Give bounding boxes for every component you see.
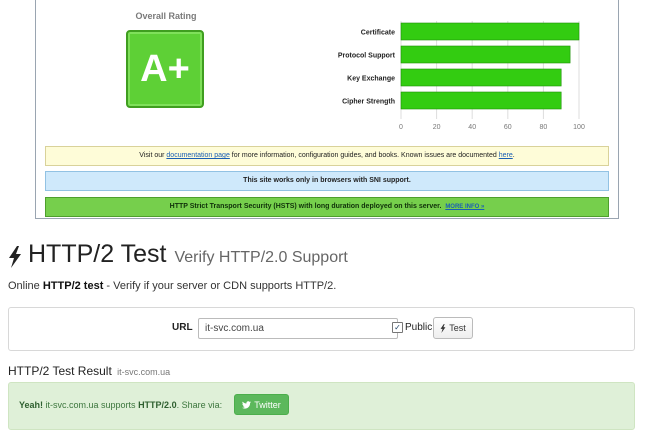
result-heading: HTTP/2 Test Result it-svc.com.ua — [8, 364, 171, 378]
result-alert: Yeah! it-svc.com.ua supports HTTP/2.0. S… — [8, 382, 635, 430]
result-message: Yeah! it-svc.com.ua supports HTTP/2.0. S… — [19, 400, 223, 410]
test-form: URL ✓ Public Test — [8, 307, 635, 351]
x-tick-label: 20 — [433, 124, 441, 130]
category-label: Key Exchange — [347, 76, 395, 83]
page-title: HTTP/2 Test Verify HTTP/2.0 Support — [8, 240, 348, 274]
twitter-share-button[interactable]: Twitter — [234, 394, 289, 415]
grade-text: A+ — [140, 47, 190, 90]
bolt-icon — [9, 246, 21, 268]
category-label: Protocol Support — [338, 53, 396, 60]
twitter-icon — [242, 400, 252, 409]
score-bar — [400, 91, 562, 110]
category-label: Cipher Strength — [342, 99, 395, 106]
public-checkbox[interactable]: ✓ — [392, 322, 403, 333]
test-button[interactable]: Test — [433, 317, 473, 339]
hsts-notice: HTTP Strict Transport Security (HSTS) wi… — [45, 197, 609, 217]
page-description: Online HTTP/2 test - Verify if your serv… — [8, 280, 337, 292]
rating-bar-chart: 0 20 40 60 80 100 Certificate Protocol Support K… — [338, 21, 585, 130]
documentation-notice: Visit our documentation page for more in… — [45, 146, 609, 166]
bolt-icon — [440, 323, 446, 333]
x-tick-label: 80 — [540, 124, 548, 130]
ssl-report-panel: Overall Rating A+ 0 20 40 60 80 100 Certificat… — [35, 0, 619, 219]
score-bar — [400, 45, 571, 64]
score-bar — [400, 68, 562, 87]
overall-rating-title: Overall Rating — [135, 11, 197, 21]
sni-notice: This site works only in browsers with SN… — [45, 171, 609, 191]
result-domain: it-svc.com.ua — [117, 367, 171, 377]
hsts-more-info-link[interactable]: MORE INFO » — [445, 204, 484, 210]
documentation-page-link[interactable]: documentation page — [166, 152, 229, 159]
x-tick-label: 0 — [399, 124, 403, 130]
x-tick-label: 100 — [573, 124, 585, 130]
score-bar — [400, 22, 580, 41]
url-label: URL — [172, 322, 193, 333]
known-issues-link[interactable]: here — [499, 152, 513, 159]
url-input[interactable] — [198, 318, 398, 339]
page-title-main: HTTP/2 Test — [28, 240, 167, 268]
x-tick-label: 40 — [468, 124, 476, 130]
page-subtitle: Verify HTTP/2.0 Support — [174, 249, 348, 266]
public-label: Public — [405, 322, 433, 333]
x-tick-label: 60 — [504, 124, 512, 130]
grade-badge: A+ — [126, 30, 204, 108]
category-label: Certificate — [361, 30, 395, 37]
